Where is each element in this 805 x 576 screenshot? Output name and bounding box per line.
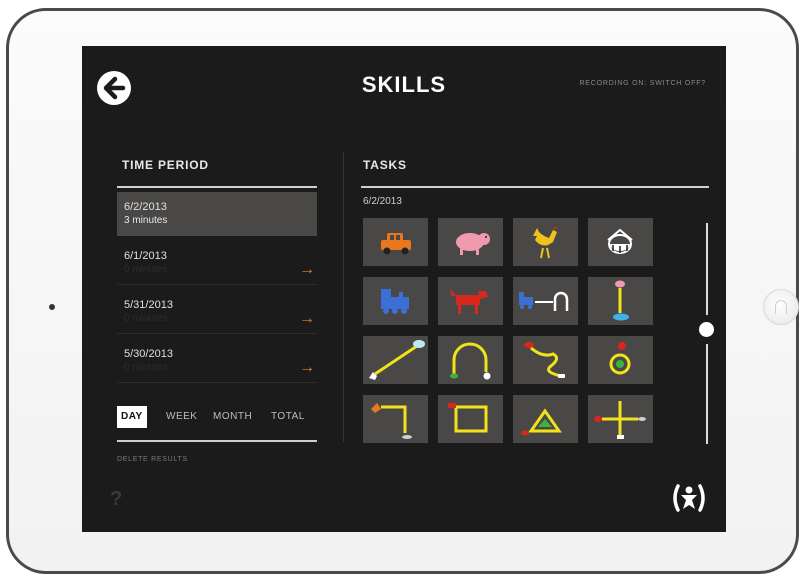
help-icon[interactable]: ? xyxy=(110,488,122,511)
drum-icon xyxy=(607,228,633,254)
tasks-heading: TASKS xyxy=(363,158,407,172)
rectangle-path-icon xyxy=(448,403,488,433)
task-tile[interactable] xyxy=(588,336,653,384)
period-duration: 0 minutes xyxy=(124,362,168,373)
tab-month[interactable]: MONTH xyxy=(213,406,252,428)
task-tile[interactable] xyxy=(588,395,653,443)
task-tile[interactable] xyxy=(438,336,503,384)
period-duration: 0 minutes xyxy=(124,264,168,275)
rooster-corner-path-icon xyxy=(371,403,412,439)
period-date: 6/2/2013 xyxy=(124,201,167,213)
app-screen: SKILLS RECORDING ON: SWITCH OFF? TIME PE… xyxy=(82,46,726,532)
tasks-rule xyxy=(361,186,709,188)
train-icon xyxy=(381,289,409,314)
period-date: 5/30/2013 xyxy=(124,348,173,360)
tasks-date: 6/2/2013 xyxy=(363,196,402,207)
arrow-right-icon[interactable]: → xyxy=(299,360,315,376)
task-tile[interactable] xyxy=(588,218,653,266)
period-item[interactable]: 5/30/2013 0 minutes → xyxy=(117,339,317,383)
cross-path-icon xyxy=(594,401,646,439)
pig-icon xyxy=(456,233,490,255)
dog-icon xyxy=(450,289,488,314)
task-tile[interactable] xyxy=(438,277,503,325)
slider-track-lower xyxy=(706,344,708,444)
frog-arch-icon xyxy=(450,342,491,380)
home-glyph-icon xyxy=(775,300,787,314)
slider-track-upper xyxy=(706,223,708,315)
arrow-right-icon[interactable]: → xyxy=(299,262,315,278)
triangle-path-icon xyxy=(521,408,562,436)
period-item[interactable]: 6/2/2013 3 minutes xyxy=(117,192,317,236)
tab-week[interactable]: WEEK xyxy=(166,406,197,428)
tab-total[interactable]: TOTAL xyxy=(271,406,305,428)
task-tile[interactable] xyxy=(438,218,503,266)
task-tile[interactable] xyxy=(363,277,428,325)
period-duration: 3 minutes xyxy=(124,215,168,226)
home-button[interactable] xyxy=(763,289,799,325)
task-tile[interactable] xyxy=(588,277,653,325)
period-date: 5/31/2013 xyxy=(124,299,173,311)
tab-day[interactable]: DAY xyxy=(117,406,147,428)
ant-path-icon xyxy=(524,342,565,378)
person-profile-icon[interactable] xyxy=(670,482,708,514)
train-to-arch-icon xyxy=(519,291,569,311)
pig-to-puddle-icon xyxy=(613,280,629,321)
time-period-rule xyxy=(117,186,317,188)
ladybug-ring-icon xyxy=(609,342,631,375)
cat-to-cloud-icon xyxy=(369,340,425,380)
task-tile[interactable] xyxy=(363,218,428,266)
period-date: 6/1/2013 xyxy=(124,250,167,262)
column-divider xyxy=(343,152,344,442)
task-tile[interactable] xyxy=(363,336,428,384)
rooster-icon xyxy=(533,226,557,259)
recording-toggle-link[interactable]: RECORDING ON: SWITCH OFF? xyxy=(579,80,706,87)
time-period-heading: TIME PERIOD xyxy=(122,158,209,172)
task-tile[interactable] xyxy=(513,277,578,325)
scroll-slider-thumb[interactable] xyxy=(699,322,714,337)
car-icon xyxy=(381,233,411,255)
period-item[interactable]: 6/1/2013 0 minutes → xyxy=(117,241,317,285)
task-tile[interactable] xyxy=(438,395,503,443)
task-tile[interactable] xyxy=(513,395,578,443)
delete-results-button[interactable]: DELETE RESULTS xyxy=(117,456,188,463)
tabs-rule xyxy=(117,440,317,442)
task-tile[interactable] xyxy=(363,395,428,443)
period-item[interactable]: 5/31/2013 0 minutes → xyxy=(117,290,317,334)
task-tile[interactable] xyxy=(513,218,578,266)
camera xyxy=(49,304,55,310)
arrow-right-icon[interactable]: → xyxy=(299,311,315,327)
period-duration: 0 minutes xyxy=(124,313,168,324)
task-tile[interactable] xyxy=(513,336,578,384)
